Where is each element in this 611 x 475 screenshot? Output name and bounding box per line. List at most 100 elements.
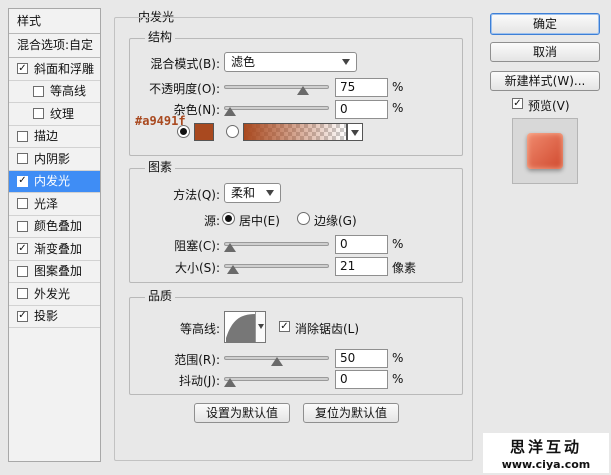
style-item-label: 外发光 (34, 286, 71, 301)
method-value: 柔和 (231, 186, 256, 200)
blend-mode-dropdown[interactable]: 滤色 (224, 52, 357, 72)
glow-color-swatch[interactable] (194, 123, 214, 141)
style-item-label: 投影 (34, 309, 59, 323)
jitter-label: 抖动(J): (179, 374, 220, 388)
choke-slider[interactable] (224, 237, 329, 252)
jitter-slider[interactable] (224, 372, 329, 387)
style-item-label: 光泽 (34, 196, 59, 211)
range-input[interactable]: 50 (335, 349, 388, 368)
size-unit: 像素 (392, 261, 417, 275)
style-item-checkbox[interactable] (17, 198, 28, 210)
ok-button[interactable]: 确定 (490, 13, 600, 35)
range-slider-thumb[interactable] (270, 357, 283, 366)
noise-slider-track (224, 106, 329, 110)
style-item-checkbox[interactable]: ✓ (17, 310, 28, 322)
size-slider[interactable] (224, 259, 329, 274)
solid-color-radio[interactable] (177, 125, 190, 138)
style-item[interactable]: ✓ 斜面和浮雕 (9, 58, 100, 81)
source-center-label: 居中(E) (239, 214, 280, 228)
choke-input[interactable]: 0 (335, 235, 388, 254)
noise-slider-thumb[interactable] (224, 107, 236, 116)
style-item-checkbox[interactable] (17, 153, 28, 165)
set-default-button[interactable]: 设置为默认值 (194, 403, 290, 423)
style-item-label: 内阴影 (34, 151, 71, 166)
blend-mode-value: 滤色 (231, 55, 256, 69)
contour-curve-icon (226, 314, 256, 342)
source-edge-label: 边缘(G) (314, 214, 357, 228)
style-item-label: 描边 (34, 129, 59, 143)
jitter-slider-thumb[interactable] (224, 378, 236, 387)
style-item-checkbox[interactable]: ✓ (17, 175, 28, 187)
style-item-checkbox[interactable] (17, 130, 28, 142)
choke-unit: % (392, 237, 404, 251)
blend-mode-label: 混合模式(B): (150, 57, 220, 71)
preview-label: 预览(V) (528, 99, 570, 113)
opacity-slider[interactable] (224, 80, 329, 95)
style-item[interactable]: ✓ 渐变叠加 (9, 238, 100, 261)
noise-slider[interactable] (224, 101, 329, 116)
antialias-label: 消除锯齿(L) (295, 322, 360, 336)
style-item-label: 渐变叠加 (34, 241, 83, 256)
style-item[interactable]: 图案叠加 (9, 261, 100, 283)
style-item[interactable]: 光泽 (9, 193, 100, 216)
range-unit: % (392, 351, 404, 365)
opacity-slider-track (224, 85, 329, 89)
radio-dot (180, 128, 187, 135)
style-item[interactable]: 颜色叠加 (9, 216, 100, 238)
style-item[interactable]: 内阴影 (9, 148, 100, 171)
size-input[interactable]: 21 (335, 257, 388, 276)
style-item[interactable]: 等高线 (9, 81, 100, 103)
size-slider-thumb[interactable] (226, 265, 239, 274)
gradient-swatch[interactable] (243, 123, 347, 141)
style-preview-thumbnail (512, 118, 578, 184)
preview-checkbox[interactable]: ✓ (512, 98, 523, 109)
radio-dot (225, 215, 232, 222)
source-center-radio[interactable] (222, 212, 235, 225)
source-edge-radio[interactable] (297, 212, 310, 225)
quality-title: 品质 (145, 287, 176, 304)
choke-slider-thumb[interactable] (224, 243, 236, 252)
opacity-slider-thumb[interactable] (296, 86, 309, 95)
styles-header[interactable]: 样式 (9, 9, 100, 34)
contour-picker[interactable] (224, 311, 266, 343)
chevron-down-icon (258, 324, 264, 329)
chevron-down-icon (351, 130, 359, 136)
antialias-checkbox[interactable]: ✓ (279, 321, 290, 332)
blend-options-item[interactable]: 混合选项:自定 (9, 34, 100, 58)
reset-default-button[interactable]: 复位为默认值 (303, 403, 399, 423)
range-label: 范围(R): (174, 353, 220, 367)
style-item[interactable]: ✓ 内发光 (9, 170, 100, 193)
cancel-button[interactable]: 取消 (490, 42, 600, 62)
style-item[interactable]: 描边 (9, 126, 100, 148)
size-label: 大小(S): (174, 261, 220, 275)
style-item-checkbox[interactable]: ✓ (17, 63, 28, 75)
style-item-label: 内发光 (34, 174, 71, 188)
method-dropdown[interactable]: 柔和 (224, 183, 281, 203)
new-style-button[interactable]: 新建样式(W)... (490, 71, 600, 91)
gradient-radio[interactable] (226, 125, 239, 138)
style-item-checkbox[interactable] (17, 288, 28, 300)
size-slider-track (224, 264, 329, 268)
method-label: 方法(Q): (173, 188, 220, 202)
style-item[interactable]: ✓ 投影 (9, 306, 100, 328)
styles-list: 样式 混合选项:自定 ✓ 斜面和浮雕 等高线 纹理描边内阴影 ✓ 内发光光泽颜色叠加 ✓ 渐变… (8, 8, 101, 462)
gradient-dropdown-button[interactable] (347, 123, 363, 141)
chevron-down-icon (266, 190, 274, 196)
style-item-checkbox[interactable]: ✓ (17, 243, 28, 255)
style-item[interactable]: 纹理 (9, 103, 100, 126)
style-item-checkbox[interactable] (17, 220, 28, 232)
chevron-down-icon (342, 59, 350, 65)
watermark: 思洋互动 www.ciya.com (483, 433, 609, 473)
noise-input[interactable]: 0 (335, 100, 388, 119)
jitter-input[interactable]: 0 (335, 370, 388, 389)
range-slider[interactable] (224, 351, 329, 366)
opacity-input[interactable]: 75 (335, 78, 388, 97)
choke-slider-track (224, 242, 329, 246)
contour-dropdown-arrow[interactable] (255, 312, 265, 342)
style-item-checkbox[interactable] (17, 265, 28, 277)
watermark-brand: 思洋互动 (509, 438, 582, 456)
style-item[interactable]: 外发光 (9, 283, 100, 306)
style-item-checkbox[interactable] (33, 85, 44, 97)
jitter-unit: % (392, 372, 404, 386)
style-item-checkbox[interactable] (33, 108, 44, 120)
